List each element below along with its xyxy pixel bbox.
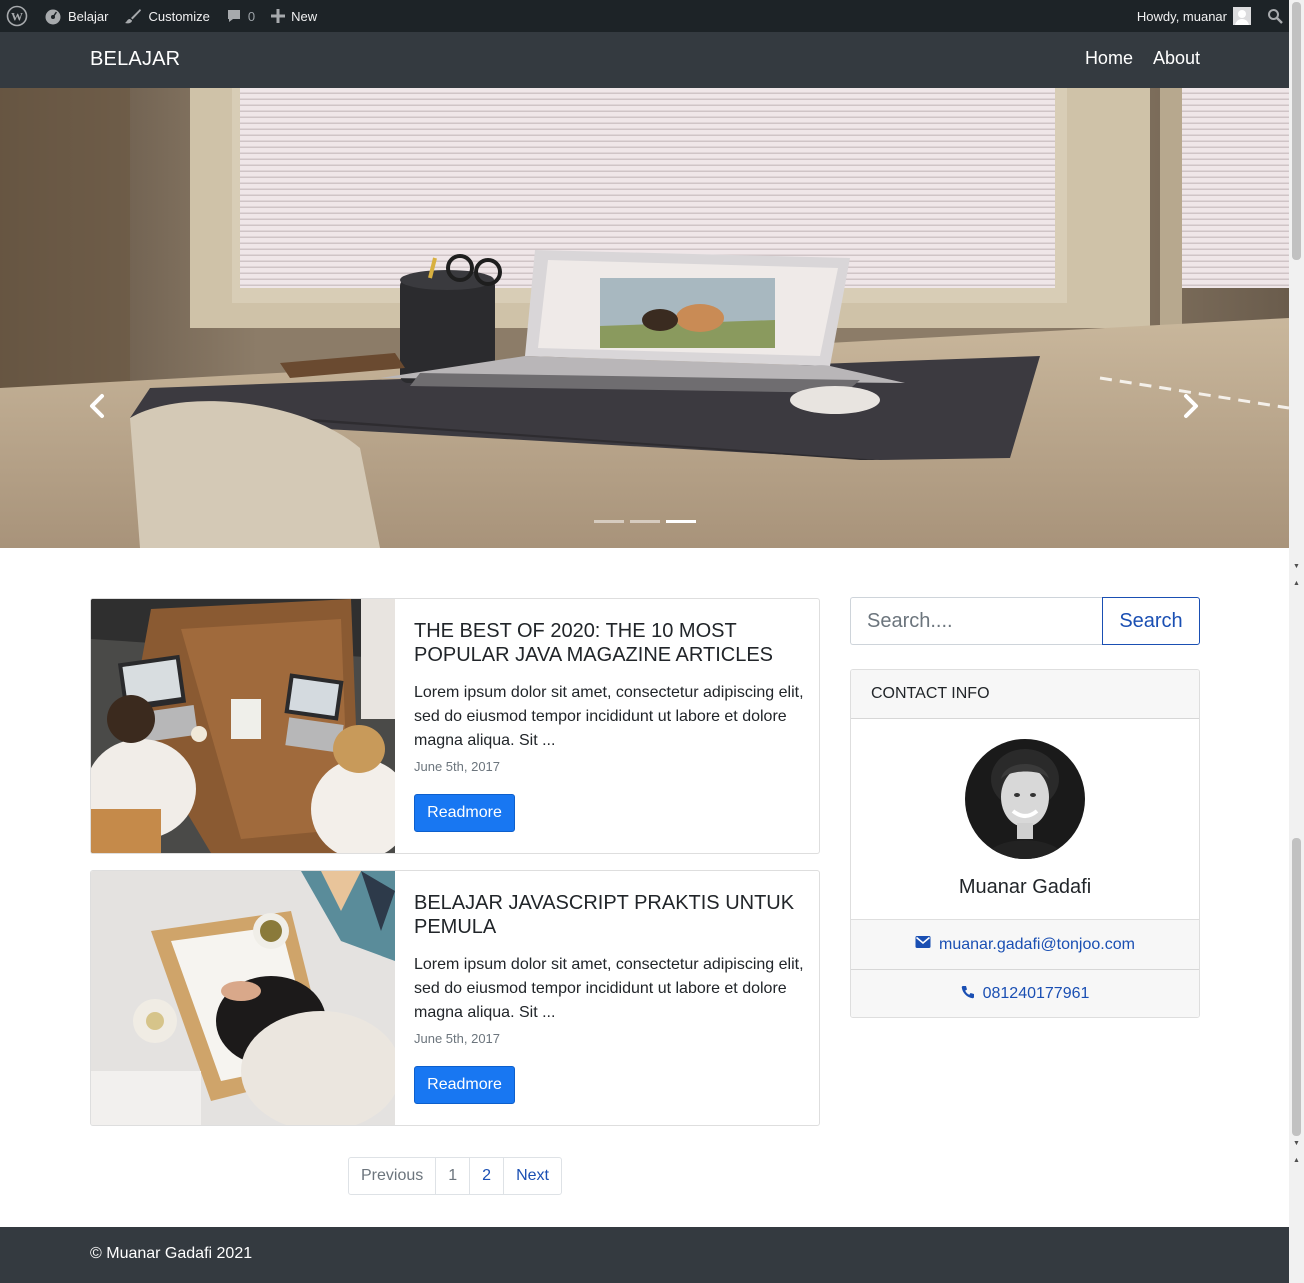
contact-name: Muanar Gadafi (958, 876, 1092, 898)
contact-info-heading: CONTACT INFO (851, 670, 1199, 719)
new-label: New (291, 8, 318, 24)
scroll-down-arrow-icon[interactable]: ▼ (1292, 563, 1301, 571)
post-thumbnail[interactable] (91, 599, 395, 853)
comment-icon (226, 8, 242, 24)
wordpress-logo-menu[interactable]: W (0, 0, 36, 32)
post-date: June 5th, 2017 (414, 1031, 501, 1046)
page: W Belajar Customize 0 New Howdy, muanar … (0, 0, 1289, 1283)
new-content-menu[interactable]: New (263, 0, 325, 32)
scrollbar-thumb-upper[interactable] (1292, 2, 1301, 260)
post-title[interactable]: BELAJAR JAVASCRIPT PRAKTIS UNTUK PEMULA (414, 891, 804, 939)
search-button[interactable]: Search (1102, 597, 1200, 645)
site-navbar: BELAJAR Home About (0, 32, 1289, 88)
readmore-button[interactable]: Readmore (414, 794, 515, 832)
contact-info-card: CONTACT INFO Muanar Gadafi muanar.gadafi… (850, 669, 1200, 1018)
customize-menu[interactable]: Customize (116, 0, 217, 32)
search-input[interactable] (850, 597, 1102, 645)
dashboard-icon (44, 7, 62, 25)
scroll-down-arrow-icon[interactable]: ▼ (1292, 1140, 1301, 1148)
contact-email[interactable]: muanar.gadafi@tonjoo.com (939, 936, 1135, 954)
carousel-next-button[interactable] (1176, 388, 1206, 424)
envelope-icon (915, 935, 931, 954)
carousel-indicator-3[interactable] (666, 520, 696, 523)
site-name-menu[interactable]: Belajar (36, 0, 116, 32)
phone-icon (961, 985, 975, 1004)
post-body: THE BEST OF 2020: THE 10 MOST POPULAR JA… (414, 619, 804, 832)
post-excerpt: Lorem ipsum dolor sit amet, consectetur … (414, 684, 804, 749)
site-footer: © Muanar Gadafi 2021 (0, 1227, 1289, 1283)
plus-icon (271, 9, 286, 23)
wordpress-icon: W (6, 5, 28, 27)
readmore-button[interactable]: Readmore (414, 1066, 515, 1104)
chevron-left-icon (82, 394, 112, 428)
contact-email-row[interactable]: muanar.gadafi@tonjoo.com (851, 920, 1199, 969)
pagination: Previous 1 2 Next (348, 1157, 562, 1195)
carousel-prev-button[interactable] (82, 388, 112, 424)
site-name-label: Belajar (68, 8, 109, 24)
wp-admin-bar: W Belajar Customize 0 New Howdy, muanar (0, 0, 1289, 32)
contact-phone-row[interactable]: 081240177961 (851, 969, 1199, 1017)
pagination-next[interactable]: Next (503, 1158, 561, 1194)
scroll-up-arrow-icon[interactable]: ▲ (1292, 1157, 1301, 1165)
nav-home-link[interactable]: Home (1085, 48, 1133, 69)
hero-carousel (0, 88, 1289, 548)
scrollbar-thumb-lower[interactable] (1292, 838, 1301, 1136)
comments-menu[interactable]: 0 (218, 0, 263, 32)
post-thumbnail[interactable] (91, 871, 395, 1125)
post-title[interactable]: THE BEST OF 2020: THE 10 MOST POPULAR JA… (414, 619, 804, 667)
post-card: THE BEST OF 2020: THE 10 MOST POPULAR JA… (90, 598, 820, 854)
sidebar-search: Search (850, 597, 1200, 645)
comments-count: 0 (247, 8, 256, 24)
svg-text:W: W (11, 10, 23, 24)
contact-profile: Muanar Gadafi (851, 719, 1199, 920)
my-account-menu[interactable]: Howdy, muanar (1129, 0, 1259, 32)
post-card: BELAJAR JAVASCRIPT PRAKTIS UNTUK PEMULA … (90, 870, 820, 1126)
avatar (965, 739, 1085, 859)
nav-menu: Home About (1085, 48, 1200, 69)
search-icon (1267, 8, 1283, 24)
chevron-right-icon (1176, 394, 1206, 428)
contact-phone[interactable]: 081240177961 (983, 985, 1090, 1003)
scroll-up-arrow-icon[interactable]: ▲ (1292, 580, 1301, 588)
customize-label: Customize (148, 8, 210, 24)
carousel-indicators (594, 520, 696, 523)
carousel-indicator-2[interactable] (630, 520, 660, 523)
post-body: BELAJAR JAVASCRIPT PRAKTIS UNTUK PEMULA … (414, 891, 804, 1104)
nav-about-link[interactable]: About (1153, 48, 1200, 69)
pagination-previous[interactable]: Previous (349, 1158, 435, 1194)
post-date: June 5th, 2017 (414, 759, 501, 774)
carousel-indicator-1[interactable] (594, 520, 624, 523)
carousel-slide-image (0, 88, 1289, 548)
site-brand[interactable]: BELAJAR (90, 48, 180, 71)
howdy-label: Howdy, muanar (1136, 8, 1227, 24)
post-excerpt: Lorem ipsum dolor sit amet, consectetur … (414, 956, 804, 1021)
user-avatar-icon (1233, 7, 1251, 25)
admin-search-button[interactable] (1259, 0, 1289, 32)
pagination-page-2[interactable]: 2 (469, 1158, 503, 1194)
page-scrollbar[interactable]: ▼ ▲ ▼ ▲ (1289, 0, 1304, 1283)
footer-copyright: © Muanar Gadafi 2021 (90, 1245, 253, 1262)
pagination-page-1[interactable]: 1 (435, 1158, 469, 1194)
brush-icon (124, 7, 142, 25)
